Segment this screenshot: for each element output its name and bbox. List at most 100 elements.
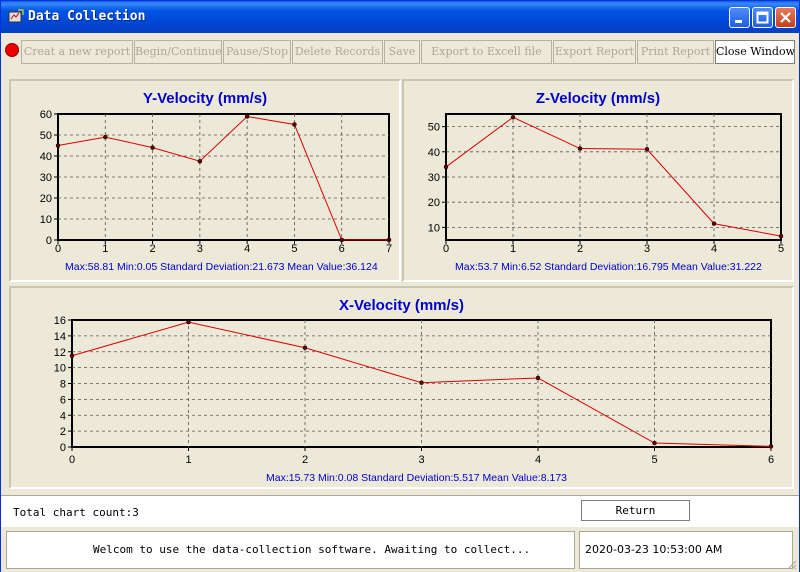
y-tick-label: 12	[54, 347, 66, 359]
x-tick-label: 4	[711, 243, 717, 255]
close-button[interactable]	[775, 7, 796, 28]
recording-indicator-icon	[5, 43, 19, 57]
chart-stats: Max:15.73 Min:0.08 Standard Deviation:5.…	[266, 472, 567, 484]
x-velocity-chart: X-Velocity (mm/s)02468101214160 1 2 3 4 5 6Max…	[54, 297, 774, 484]
status-message: Welcom to use the data-collection softwa…	[6, 531, 575, 569]
z-velocity-chart: Z-Velocity (mm/s) 10 20 30 40 50 0 1 2 3 4 5 Max:53.…	[428, 90, 784, 273]
y-tick-label: 60	[40, 109, 52, 121]
data-point	[197, 159, 203, 164]
data-point	[103, 134, 108, 140]
x-tick-label: 0	[69, 454, 75, 466]
data-collection-window: Data Collection Creat a new report Begin…	[0, 0, 800, 572]
data-point	[386, 237, 392, 243]
data-point	[443, 164, 449, 170]
export-report-button[interactable]: Export Report	[553, 40, 636, 64]
window-title: Data Collection	[28, 9, 146, 24]
y-velocity-chart: Y-Velocity (mm/s) 0 10 20 30 40 50 60 0 1 2 3 4 5 6 7 Ma…	[40, 90, 392, 273]
y-tick-label: 50	[40, 130, 52, 142]
y-tick-label: 14	[54, 331, 66, 343]
data-point	[577, 146, 583, 151]
x-tick-label: 6	[339, 243, 345, 255]
x-tick-label: 1	[510, 243, 516, 255]
status-timestamp: 2020-03-23 10:53:00 AM	[579, 531, 793, 569]
data-point	[69, 353, 75, 358]
data-point	[292, 122, 297, 127]
y-tick-label: 0	[60, 442, 66, 454]
y-tick-label: 8	[60, 379, 66, 391]
x-tick-label: 5	[651, 454, 657, 466]
y-tick-label: 10	[40, 214, 52, 226]
pause-stop-button[interactable]: Pause/Stop	[223, 40, 291, 64]
x-tick-label: 1	[102, 243, 108, 255]
y-tick-label: 40	[40, 151, 52, 163]
data-point	[644, 147, 650, 152]
y-tick-label: 30	[40, 172, 52, 184]
data-point	[55, 143, 61, 148]
y-tick-label: 20	[40, 193, 52, 205]
y-velocity-panel: Y-Velocity (mm/s) 0 10 20 30 40 50 60 0 1 2 3 4 5 6 7 Ma…	[9, 79, 401, 282]
chart-stats: Max:58.81 Min:0.05 Standard Deviation:21…	[65, 261, 378, 273]
status-bar: Welcom to use the data-collection softwa…	[1, 527, 799, 572]
x-tick-label: 0	[55, 243, 61, 255]
x-tick-label: 7	[386, 243, 392, 255]
data-point	[186, 319, 191, 325]
data-point	[150, 145, 155, 150]
y-tick-label: 50	[428, 122, 440, 134]
x-tick-label: 0	[443, 243, 449, 255]
y-tick-label: 20	[428, 197, 440, 209]
y-tick-label: 4	[60, 410, 66, 422]
save-button[interactable]: Save	[384, 40, 420, 64]
z-velocity-panel: Z-Velocity (mm/s) 10 20 30 40 50 0 1 2 3 4 5 Max:53.…	[402, 79, 794, 282]
x-tick-label: 4	[244, 243, 250, 255]
x-tick-label: 2	[577, 243, 583, 255]
x-tick-label: 5	[291, 243, 297, 255]
chart-title: X-Velocity (mm/s)	[339, 297, 464, 314]
x-tick-label: 2	[150, 243, 156, 255]
x-tick-label: 5	[778, 243, 784, 255]
chart-count-bar: Total chart count:3 Return	[1, 495, 799, 527]
x-velocity-panel: X-Velocity (mm/s) 0 2 4 6 8 10 12 14 16 0 1 2 3 4 5 6 Max…	[9, 286, 794, 489]
data-point	[244, 114, 250, 119]
chart-count-label: Total chart count:3	[13, 506, 139, 519]
print-report-button[interactable]: Print Report	[637, 40, 714, 64]
minimize-button[interactable]	[729, 7, 750, 28]
data-point	[768, 444, 774, 449]
y-tick-label: 30	[428, 172, 440, 184]
return-button[interactable]: Return	[581, 500, 690, 521]
create-report-button[interactable]: Creat a new report	[21, 40, 133, 64]
data-point	[711, 221, 717, 226]
data-point	[339, 237, 344, 243]
maximize-button[interactable]	[752, 7, 773, 28]
y-tick-label: 10	[54, 363, 66, 375]
y-tick-label: 16	[54, 315, 66, 327]
y-tick-label: 0	[46, 235, 52, 247]
close-window-button[interactable]: Close Window	[715, 40, 795, 64]
minimize-icon	[735, 20, 742, 23]
x-tick-label: 3	[418, 454, 424, 466]
y-tick-label: 2	[60, 426, 66, 438]
resize-grip-icon[interactable]	[785, 558, 797, 570]
chart-title: Z-Velocity (mm/s)	[536, 90, 660, 107]
x-tick-label: 2	[302, 454, 308, 466]
chart-stats: Max:53.7 Min:6.52 Standard Deviation:16.…	[455, 261, 762, 273]
app-icon	[8, 9, 24, 23]
title-bar[interactable]: Data Collection	[1, 1, 799, 33]
x-tick-label: 3	[644, 243, 650, 255]
data-point	[535, 375, 541, 381]
data-point	[652, 440, 657, 446]
data-point	[302, 345, 308, 351]
x-tick-label: 1	[185, 454, 191, 466]
data-point	[778, 233, 784, 239]
x-tick-label: 3	[197, 243, 203, 255]
begin-continue-button[interactable]: Begin/Continue	[134, 40, 222, 64]
chart-title: Y-Velocity (mm/s)	[143, 90, 267, 107]
x-tick-label: 6	[768, 454, 774, 466]
export-excel-button[interactable]: Export to Excell file	[421, 40, 552, 64]
y-tick-label: 10	[428, 222, 440, 234]
x-tick-label: 4	[535, 454, 541, 466]
data-point	[510, 115, 516, 120]
y-tick-label: 6	[60, 394, 66, 406]
maximize-icon	[756, 11, 769, 24]
toolbar: Creat a new report Begin/Continue Pause/…	[1, 39, 799, 65]
delete-records-button[interactable]: Delete Records	[292, 40, 383, 64]
